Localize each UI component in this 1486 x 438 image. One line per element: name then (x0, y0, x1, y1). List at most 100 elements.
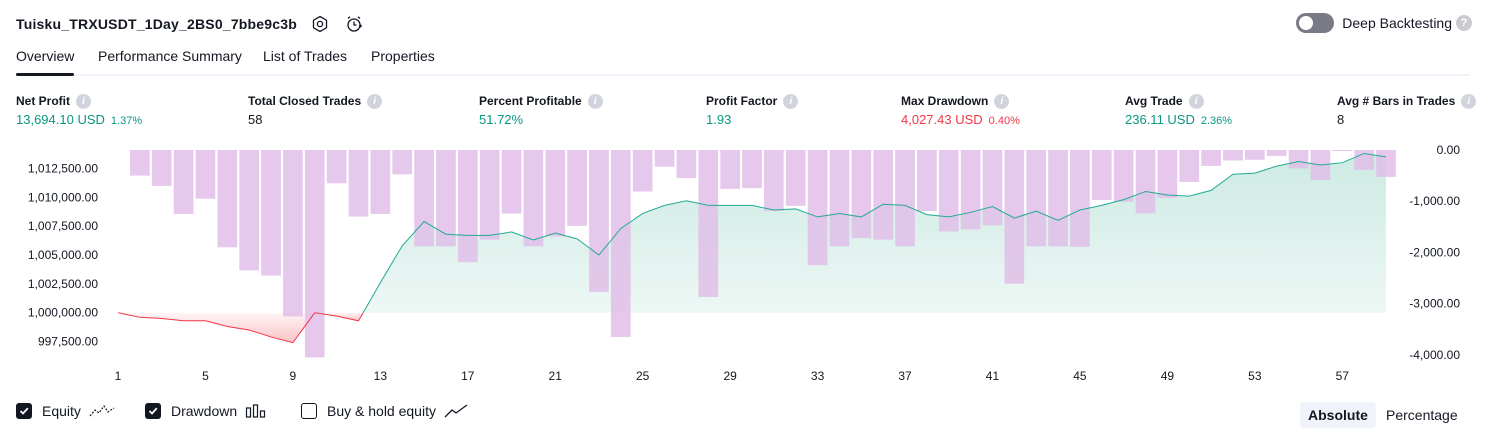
drawdown-bar (1376, 150, 1396, 177)
drawdown-bar (130, 150, 150, 176)
x-axis-tick: 13 (374, 369, 388, 383)
settings-icon[interactable] (309, 13, 331, 35)
deep-backtesting-toggle[interactable] (1296, 13, 1335, 33)
left-axis-tick: 1,005,000.00 (28, 248, 98, 262)
percentage-mode-button[interactable]: Percentage (1378, 402, 1466, 428)
legend-equity[interactable]: Equity (16, 403, 115, 419)
drawdown-bar (501, 150, 522, 214)
toggle-knob (1299, 16, 1314, 30)
info-icon[interactable]: i (76, 93, 91, 109)
legend-drawdown[interactable]: Drawdown (145, 403, 267, 419)
metric-label: Net Profit (16, 94, 70, 108)
tab-overview[interactable]: Overview (16, 48, 75, 76)
left-axis-tick: 1,002,500.00 (28, 277, 98, 291)
right-axis-tick: 0.00 (1437, 143, 1461, 157)
metric-percent: 2.36% (1200, 115, 1233, 127)
drawdown-bar (567, 150, 587, 226)
metric-value: 8 (1337, 112, 1345, 127)
equity-drawdown-chart[interactable]: 1,012,500.00 1,010,000.00 1,007,500.00 1,00… (0, 140, 1486, 395)
drawdown-bar (239, 150, 260, 271)
metric-value: 4,027.43 USD (901, 112, 983, 127)
tab-list-of-trades[interactable]: List of Trades (263, 48, 347, 64)
drawdown-bar (676, 150, 697, 179)
equity-line-icon (89, 403, 115, 419)
drawdown-bar (1026, 150, 1047, 247)
info-icon[interactable]: i (587, 93, 603, 109)
drawdown-bar (1004, 150, 1025, 284)
drawdown-bar (370, 150, 391, 215)
drawdown-bar (742, 150, 762, 189)
drawdown-bar (392, 150, 413, 175)
drawdown-bar (414, 150, 434, 247)
metric-value: 236.11 USD (1125, 112, 1195, 127)
metric-max-drawdown: Max Drawdown i 4,027.43 USD 0.40% (901, 93, 1020, 128)
help-icon[interactable]: ? (1456, 15, 1472, 31)
drawdown-bar (698, 150, 719, 297)
drawdown-bar (545, 150, 566, 237)
x-axis-tick: 33 (811, 369, 825, 383)
x-axis-tick: 25 (636, 369, 650, 383)
drawdown-bar (895, 150, 915, 247)
right-axis-tick: -1,000.00 (1409, 194, 1460, 208)
equity-label: Equity (42, 403, 81, 419)
drawdown-bar (1201, 150, 1221, 166)
metric-label: Percent Profitable (479, 94, 582, 108)
drawdown-bar (348, 150, 369, 217)
drawdown-checkbox[interactable] (145, 403, 161, 419)
buy-hold-checkbox[interactable] (301, 403, 317, 419)
metric-percent: 1.37% (110, 115, 143, 127)
tab-properties[interactable]: Properties (371, 48, 435, 64)
drawdown-label: Drawdown (171, 403, 238, 419)
buy-hold-label: Buy & hold equity (327, 403, 436, 419)
metric-value: 51.72% (479, 112, 524, 127)
info-icon[interactable]: i (1188, 93, 1204, 109)
metric-label: Avg Trade (1125, 94, 1183, 108)
equity-checkbox[interactable] (16, 403, 32, 419)
info-icon[interactable]: i (367, 93, 383, 109)
drawdown-bar (785, 150, 806, 206)
tab-performance-summary[interactable]: Performance Summary (98, 48, 242, 64)
strategy-header: Tuisku_TRXUSDT_1Day_2BS0_7bbe9c3b (16, 12, 365, 36)
left-axis-tick: 1,007,500.00 (28, 219, 98, 233)
drawdown-bar (632, 150, 653, 192)
metric-avg-trade: Avg Trade i 236.11 USD 2.36% (1125, 93, 1232, 128)
x-axis-tick: 5 (202, 369, 209, 383)
drawdown-bar (589, 150, 609, 292)
drawdown-bar (654, 150, 675, 167)
equity-area-loss (118, 312, 315, 343)
left-axis-tick: 997,500.00 (38, 335, 98, 349)
drawdown-bar (151, 150, 172, 186)
x-axis-tick: 37 (898, 369, 912, 383)
drawdown-bar (1288, 150, 1309, 169)
drawdown-bar (917, 150, 937, 211)
drawdown-bar (851, 150, 872, 239)
left-axis-tick: 1,000,000.00 (28, 306, 98, 320)
drawdown-bar (523, 150, 544, 247)
drawdown-bar (1179, 150, 1200, 183)
x-axis-tick: 57 (1336, 369, 1350, 383)
metric-total-closed-trades: Total Closed Trades i 58 (248, 93, 383, 128)
info-icon[interactable]: i (1461, 93, 1477, 109)
absolute-mode-button[interactable]: Absolute (1300, 402, 1376, 428)
metric-avg-bars-in-trades: Avg # Bars in Trades i 8 (1337, 93, 1477, 128)
metric-value: 58 (248, 112, 263, 127)
metric-value: 13,694.10 USD (16, 112, 105, 127)
drawdown-bar (173, 150, 194, 215)
alarm-clock-icon[interactable] (343, 13, 365, 35)
left-axis-tick: 1,010,000.00 (28, 190, 98, 204)
drawdown-bar (1070, 150, 1090, 247)
drawdown-bar (457, 150, 478, 263)
info-icon[interactable]: i (783, 93, 799, 109)
drawdown-bar (261, 150, 281, 276)
legend-buy-hold[interactable]: Buy & hold equity (301, 403, 468, 419)
tab-bar: Overview Performance Summary List of Tra… (16, 40, 1470, 76)
info-icon[interactable]: i (994, 93, 1010, 109)
drawdown-bar (304, 150, 325, 358)
drawdown-bar (436, 150, 456, 247)
buy-hold-line-icon (444, 403, 468, 419)
x-axis-tick: 21 (549, 369, 563, 383)
drawdown-bar (960, 150, 981, 230)
deep-backtesting-label: Deep Backtesting (1342, 15, 1452, 31)
x-axis-tick: 41 (986, 369, 1000, 383)
drawdown-bar (1223, 150, 1243, 161)
